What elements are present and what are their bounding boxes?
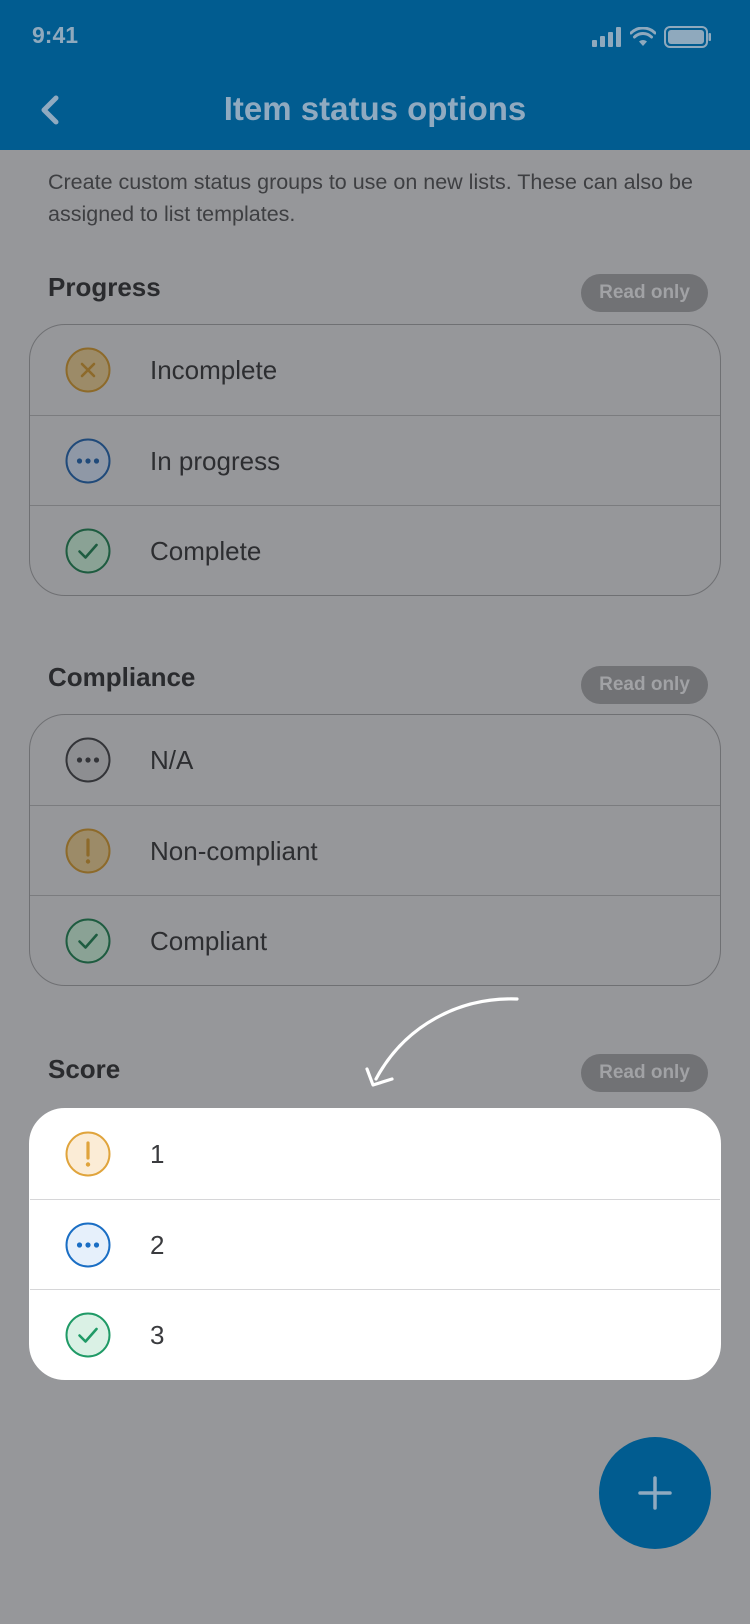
intro-text: Create custom status groups to use on ne… (48, 170, 693, 226)
add-status-group-button[interactable] (599, 1437, 711, 1549)
check-circle-icon (65, 1312, 111, 1358)
exclamation-circle-icon (65, 1131, 111, 1177)
wifi-icon (630, 27, 656, 46)
dots-circle-icon (65, 737, 111, 783)
status-item-compliant[interactable]: Compliant (30, 895, 720, 985)
nav-bar: Item status options (0, 74, 750, 150)
status-item-label: N/A (150, 745, 194, 775)
status-item-non-compliant[interactable]: Non-compliant (30, 805, 720, 895)
check-circle-icon (65, 528, 111, 574)
page-title: Item status options (223, 90, 527, 127)
section-title-progress: Progress (48, 272, 161, 302)
status-item-label: 1 (150, 1139, 165, 1169)
battery-icon (664, 26, 711, 48)
status-item-na[interactable]: N/A (30, 715, 720, 805)
dots-circle-icon (65, 438, 111, 484)
read-only-badge: Read only (581, 274, 708, 312)
status-item-label: Compliant (150, 926, 268, 956)
dots-circle-icon (65, 1222, 111, 1268)
pointer-arrow-icon (365, 997, 519, 1087)
status-group-compliance[interactable]: N/A Non-compliant Compliant (29, 714, 721, 986)
status-item-label: Non-compliant (150, 836, 318, 866)
status-item-score-2[interactable]: 2 (30, 1199, 720, 1289)
status-time: 9:41 (32, 22, 79, 48)
status-item-label: 2 (150, 1230, 165, 1260)
status-item-label: 3 (150, 1320, 165, 1350)
x-circle-icon (65, 347, 111, 393)
section-title-compliance: Compliance (48, 662, 196, 692)
status-item-complete[interactable]: Complete (30, 505, 720, 595)
status-item-incomplete[interactable]: Incomplete (30, 325, 720, 415)
status-group-score[interactable]: 1 2 3 (29, 1108, 721, 1380)
status-item-score-1[interactable]: 1 (30, 1109, 720, 1199)
status-icons (592, 26, 712, 48)
status-group-progress[interactable]: Incomplete In progress Complete (29, 324, 721, 596)
status-item-label: Incomplete (150, 355, 278, 385)
status-item-label: In progress (150, 446, 281, 476)
status-item-label: Complete (150, 536, 262, 566)
plus-icon (638, 1476, 672, 1510)
status-bar: 9:41 (0, 0, 750, 74)
read-only-badge: Read only (581, 1054, 708, 1092)
exclamation-circle-icon (65, 828, 111, 874)
signal-icon (592, 27, 621, 47)
read-only-badge: Read only (581, 666, 708, 704)
status-item-in-progress[interactable]: In progress (30, 415, 720, 505)
section-title-score: Score (48, 1054, 121, 1084)
status-item-score-3[interactable]: 3 (30, 1289, 720, 1379)
check-circle-icon (65, 918, 111, 964)
